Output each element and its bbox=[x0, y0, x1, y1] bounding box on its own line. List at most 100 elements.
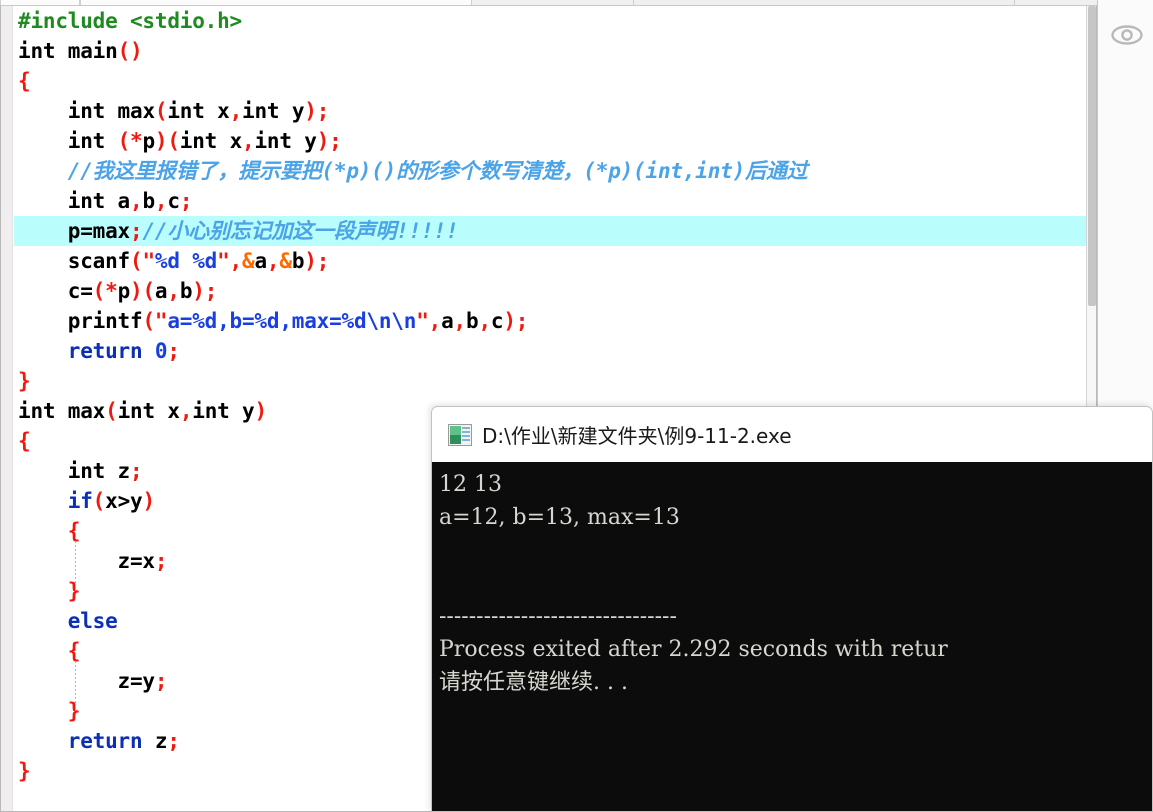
eye-icon[interactable] bbox=[1110, 22, 1144, 48]
code-line[interactable]: #include <stdio.h> bbox=[14, 6, 1096, 36]
code-line-content: } bbox=[14, 366, 31, 396]
code-token: ; bbox=[167, 339, 180, 363]
code-token: y bbox=[291, 129, 317, 153]
code-line-content: return z; bbox=[14, 726, 180, 756]
code-line[interactable]: { bbox=[14, 66, 1096, 96]
code-line-content: } bbox=[14, 756, 31, 786]
code-token: x>y bbox=[105, 489, 143, 513]
code-token: int bbox=[254, 129, 292, 153]
code-token: int bbox=[179, 129, 218, 153]
code-token: if bbox=[18, 489, 93, 513]
code-token: int bbox=[18, 189, 106, 213]
code-token: max bbox=[105, 99, 156, 123]
code-token: { bbox=[18, 639, 81, 663]
code-line-content: p=max;//小心别忘记加这一段声明!!!!! bbox=[14, 216, 459, 246]
code-token: c bbox=[167, 189, 180, 213]
code-token: ; bbox=[154, 549, 168, 573]
code-token: (" bbox=[130, 249, 155, 273]
code-token: a bbox=[154, 279, 168, 303]
code-token: ( bbox=[92, 489, 106, 513]
console-title-bar[interactable]: D:\作业\新建文件夹\例9-11-2.exe bbox=[432, 407, 1152, 462]
code-line-content: { bbox=[14, 426, 31, 456]
code-token: int bbox=[18, 459, 106, 483]
code-line-content: int main() bbox=[14, 36, 143, 66]
code-token: int bbox=[18, 39, 56, 63]
code-token: z=x bbox=[18, 549, 156, 573]
code-token: max bbox=[55, 399, 106, 423]
code-token: b bbox=[179, 279, 193, 303]
code-token: z=y bbox=[18, 669, 156, 693]
code-token: return bbox=[18, 729, 143, 753]
code-token: (" bbox=[142, 309, 168, 333]
console-line: Process exited after 2.292 seconds with … bbox=[439, 637, 948, 662]
console-title-text: D:\作业\新建文件夹\例9-11-2.exe bbox=[482, 424, 792, 448]
code-token: a bbox=[441, 309, 454, 333]
code-token: a bbox=[105, 189, 131, 213]
code-token: int bbox=[18, 129, 106, 153]
code-token: 0 bbox=[142, 339, 168, 363]
code-token: , bbox=[130, 189, 143, 213]
code-token: int bbox=[117, 399, 156, 423]
code-token: %d %d bbox=[154, 249, 218, 273]
code-line-content: } bbox=[14, 576, 81, 606]
code-token: b bbox=[142, 189, 155, 213]
code-token: scanf bbox=[18, 249, 130, 273]
code-token: //小心别忘记加这一段声明!!!!! bbox=[142, 219, 459, 243]
code-token: c= bbox=[18, 279, 93, 303]
code-line[interactable]: int max(int x,int y); bbox=[14, 96, 1096, 126]
code-line-content: int a,b,c; bbox=[14, 186, 193, 216]
code-token: b bbox=[466, 309, 479, 333]
code-token: x bbox=[204, 99, 230, 123]
code-token: (* bbox=[117, 129, 143, 153]
code-token: else bbox=[18, 609, 118, 633]
code-token: } bbox=[18, 759, 31, 783]
indent-guide bbox=[75, 529, 76, 591]
code-token: c bbox=[490, 309, 504, 333]
code-token: int bbox=[192, 399, 230, 423]
code-token: { bbox=[18, 429, 31, 453]
code-token: () bbox=[117, 39, 143, 63]
console-line: a=12, b=13, max=13 bbox=[439, 505, 680, 530]
code-token: y bbox=[229, 399, 255, 423]
console-window[interactable]: D:\作业\新建文件夹\例9-11-2.exe 12 13 a=12, b=13,… bbox=[431, 406, 1153, 812]
code-line-content: //我这里报错了，提示要把(*p)()的形参个数写清楚，(*p)(int,int… bbox=[14, 156, 808, 186]
code-token: ); bbox=[316, 129, 342, 153]
code-line[interactable]: int (*p)(int x,int y); bbox=[14, 126, 1096, 156]
code-token: int bbox=[18, 399, 56, 423]
code-line[interactable]: } bbox=[14, 366, 1096, 396]
scrollbar-thumb[interactable] bbox=[1088, 6, 1096, 306]
code-line-content: z=x; bbox=[14, 546, 168, 576]
code-line[interactable]: int main() bbox=[14, 36, 1096, 66]
code-token: )( bbox=[130, 279, 155, 303]
code-line[interactable]: return 0; bbox=[14, 336, 1096, 366]
code-line[interactable]: c=(*p)(a,b); bbox=[14, 276, 1096, 306]
code-token: , bbox=[453, 309, 467, 333]
code-token: ( bbox=[154, 99, 168, 123]
code-line[interactable]: //我这里报错了，提示要把(*p)()的形参个数写清楚，(*p)(int,int… bbox=[14, 156, 1096, 186]
code-token: , bbox=[154, 189, 168, 213]
console-output[interactable]: 12 13 a=12, b=13, max=13 ----------------… bbox=[432, 462, 1152, 811]
code-token: int bbox=[18, 99, 106, 123]
code-token: p bbox=[142, 129, 155, 153]
code-token: x bbox=[154, 399, 180, 423]
console-app-icon bbox=[448, 423, 472, 446]
code-line-content: int max(int x,int y) bbox=[14, 396, 267, 426]
code-line-content: return 0; bbox=[14, 336, 180, 366]
code-token: printf bbox=[18, 309, 143, 333]
code-line[interactable]: int a,b,c; bbox=[14, 186, 1096, 216]
code-line[interactable]: scanf("%d %d",&a,&b); bbox=[14, 246, 1096, 276]
code-token: ) bbox=[254, 399, 268, 423]
code-line[interactable]: printf("a=%d,b=%d,max=%d\n\n",a,b,c); bbox=[14, 306, 1096, 336]
code-line-content: { bbox=[14, 66, 31, 96]
code-token: int bbox=[167, 99, 205, 123]
code-line-content: { bbox=[14, 636, 81, 666]
code-token: #include <stdio.h> bbox=[18, 9, 242, 33]
code-token: ) bbox=[142, 489, 155, 513]
editor-fold-gutter[interactable] bbox=[1, 6, 13, 811]
code-token: ); bbox=[304, 249, 330, 273]
code-token: , bbox=[179, 399, 193, 423]
code-line[interactable]: p=max;//小心别忘记加这一段声明!!!!! bbox=[14, 216, 1096, 246]
code-line-content: #include <stdio.h> bbox=[14, 6, 242, 36]
